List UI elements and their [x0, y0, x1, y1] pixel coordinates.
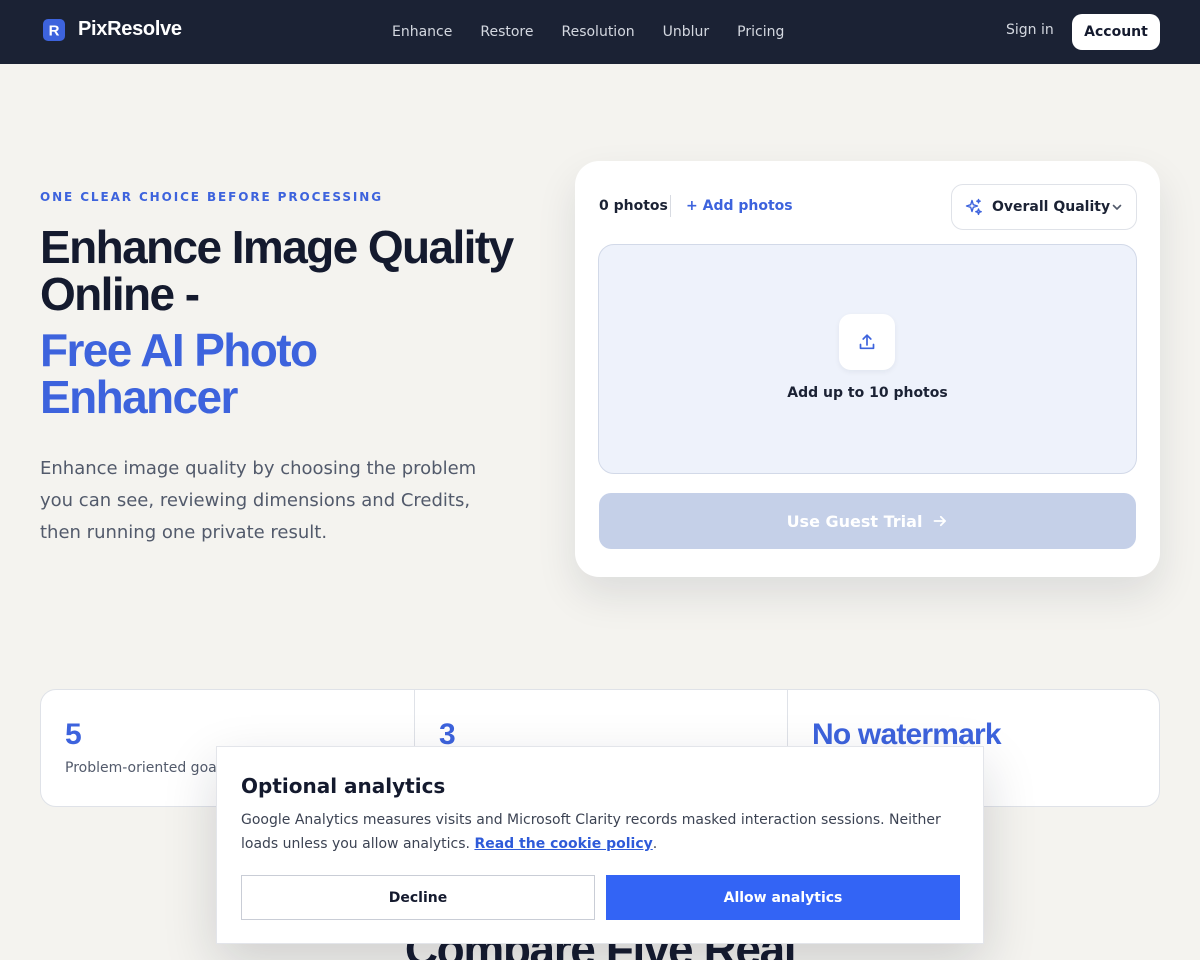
cookie-description: Google Analytics measures visits and Mic…	[241, 808, 961, 856]
dropzone-label: Add up to 10 photos	[787, 385, 948, 401]
hero-description: Enhance image quality by choosing the pr…	[40, 458, 477, 543]
guest-trial-button[interactable]: Use Guest Trial	[599, 493, 1136, 549]
top-navigation: R PixResolve Enhance Restore Resolution …	[0, 0, 1200, 64]
divider	[670, 195, 671, 217]
decline-button[interactable]: Decline	[241, 875, 595, 920]
stat-value: 5	[65, 718, 82, 751]
nav-link-unblur[interactable]: Unblur	[663, 24, 710, 40]
cookie-text-suffix: .	[652, 836, 658, 852]
cookie-title: Optional analytics	[241, 774, 446, 798]
photo-count: 0 photos	[599, 198, 668, 214]
nav-link-pricing[interactable]: Pricing	[737, 24, 784, 40]
quality-mode-value: Overall Quality	[992, 199, 1111, 215]
nav-link-restore[interactable]: Restore	[480, 24, 533, 40]
main-menu: Enhance Restore Resolution Unblur Pricin…	[392, 0, 812, 64]
account-button[interactable]: Account	[1072, 14, 1160, 50]
allow-analytics-button[interactable]: Allow analytics	[606, 875, 960, 920]
sparkle-icon	[965, 198, 982, 216]
brand-logo[interactable]: R PixResolve	[43, 18, 182, 41]
stat-label: Problem-oriented goals	[65, 760, 228, 776]
hero-title: Enhance Image Quality Online - Free AI P…	[40, 224, 520, 421]
svg-text:R: R	[49, 22, 60, 39]
cookie-policy-link[interactable]: Read the cookie policy	[474, 836, 652, 852]
chevron-down-icon	[1112, 204, 1122, 210]
add-photos-link[interactable]: + Add photos	[686, 198, 793, 214]
upload-icon-box	[839, 314, 895, 370]
quality-mode-select[interactable]: Overall Quality	[951, 184, 1137, 230]
cookie-consent-banner: Optional analytics Google Analytics meas…	[216, 746, 984, 944]
arrow-right-icon	[934, 515, 947, 527]
sign-in-link[interactable]: Sign in	[1006, 22, 1054, 38]
hero-title-main: Enhance Image Quality Online -	[40, 221, 514, 320]
hero-title-accent: Free AI Photo Enhancer	[40, 324, 318, 423]
hero-eyebrow: ONE CLEAR CHOICE BEFORE PROCESSING	[40, 190, 383, 204]
logo-icon: R	[43, 18, 65, 41]
nav-link-resolution[interactable]: Resolution	[561, 24, 634, 40]
brand-name: PixResolve	[78, 18, 182, 40]
upload-card: 0 photos + Add photos Overall Quality Ad…	[575, 161, 1160, 577]
photo-dropzone[interactable]: Add up to 10 photos	[598, 244, 1137, 474]
guest-trial-label: Use Guest Trial	[786, 511, 923, 531]
nav-link-enhance[interactable]: Enhance	[392, 24, 452, 40]
upload-icon	[859, 334, 875, 350]
